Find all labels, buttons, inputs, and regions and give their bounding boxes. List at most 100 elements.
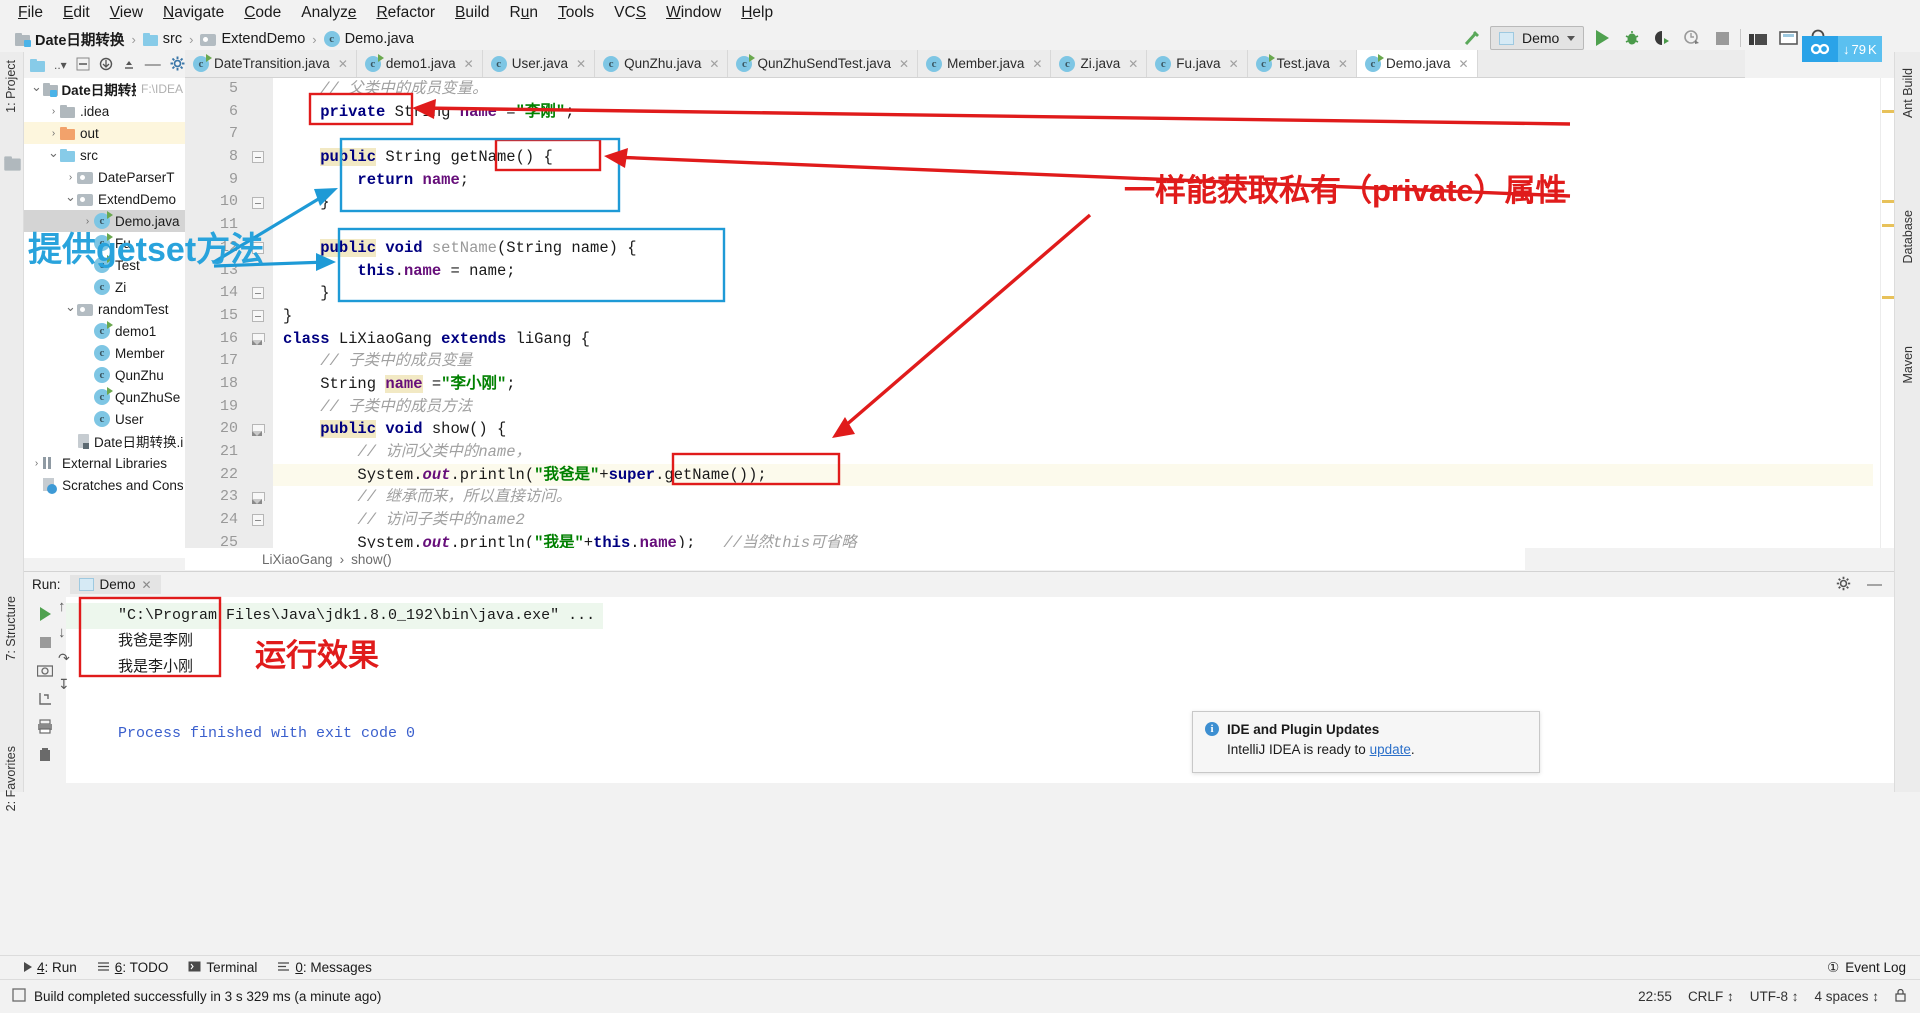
update-link[interactable]: update xyxy=(1370,742,1411,757)
bottom-bar-event-log[interactable]: ① Event Log xyxy=(1827,960,1906,976)
run-configuration-selector[interactable]: Demo xyxy=(1490,26,1585,50)
project-tree[interactable]: ⌄Date日期转换F:\IDEA›.idea›out⌄src›DateParse… xyxy=(24,78,185,558)
tool-window-project-icon[interactable] xyxy=(4,156,21,175)
print-icon[interactable] xyxy=(32,713,58,739)
run-console-output[interactable]: "C:\Program Files\Java\jdk1.8.0_192\bin\… xyxy=(66,597,1886,783)
editor-breadcrumb[interactable]: LiXiaoGang › show() xyxy=(185,548,1525,570)
editor-breadcrumb-item[interactable]: show() xyxy=(351,552,392,567)
scroll-up-icon[interactable]: ↑ xyxy=(58,598,76,624)
fold-marker-line-8[interactable] xyxy=(252,151,264,164)
warning-marker[interactable] xyxy=(1882,296,1894,299)
editor-tab-zi[interactable]: c Zi.java ✕ xyxy=(1051,50,1148,77)
code-line-5[interactable]: // 父类中的成员变量。 xyxy=(273,78,1873,101)
tree-node-qunzhuse[interactable]: c QunZhuSe xyxy=(24,386,185,408)
close-icon[interactable]: ✕ xyxy=(709,57,719,71)
tool-window-database[interactable]: Database xyxy=(1901,206,1915,268)
soft-wrap-icon[interactable]: ↷ xyxy=(58,650,76,676)
fold-marker-line-10[interactable] xyxy=(252,196,264,209)
breadcrumb-item-1[interactable]: src xyxy=(140,30,185,48)
code-content[interactable]: // 父类中的成员变量。 private String name ="李刚"; … xyxy=(273,78,1873,548)
close-icon[interactable]: ✕ xyxy=(899,57,909,71)
code-editor[interactable]: 5 6 7 8 9 10 11 12 13 14 15 16 17 18 19 20 21 22 23 24 25 //… xyxy=(185,78,1894,548)
editor-tab-demo[interactable]: c Demo.java ✕ xyxy=(1356,50,1478,77)
rerun-icon[interactable] xyxy=(32,601,58,627)
hide-icon[interactable]: — xyxy=(145,57,161,73)
status-item[interactable]: 4 spaces ↕ xyxy=(1814,989,1879,1004)
current-scope-icon[interactable] xyxy=(30,58,45,72)
build-hammer-icon[interactable] xyxy=(1460,26,1484,50)
editor-tab-member[interactable]: c Member.java ✕ xyxy=(918,50,1052,77)
editor-tab-test[interactable]: c Test.java ✕ xyxy=(1247,50,1357,77)
run-settings-gear-icon[interactable] xyxy=(1836,576,1851,594)
close-icon[interactable]: ✕ xyxy=(338,57,348,71)
collapse-all-icon[interactable] xyxy=(76,57,90,74)
chevron-right-icon[interactable]: › xyxy=(47,128,60,139)
close-icon[interactable]: ✕ xyxy=(1229,57,1239,71)
scroll-to-end-icon[interactable]: ↧ xyxy=(58,676,76,702)
tree-node-src[interactable]: ⌄ src xyxy=(24,144,185,166)
editor-tab-datetransition[interactable]: c DateTransition.java ✕ xyxy=(185,50,357,77)
fold-marker-line-24[interactable] xyxy=(252,514,264,527)
code-line-14[interactable]: } xyxy=(273,282,1873,305)
code-line-21[interactable]: // 访问父类中的name， xyxy=(273,441,1873,464)
breadcrumb-item-3[interactable]: c Demo.java xyxy=(321,30,417,48)
tree-node-qunzhu[interactable]: c QunZhu xyxy=(24,364,185,386)
menu-item-build[interactable]: Build xyxy=(445,2,499,24)
debug-icon[interactable] xyxy=(1620,26,1644,50)
code-line-23[interactable]: // 继承而来，所以直接访问。 xyxy=(273,486,1873,509)
chevron-right-icon[interactable]: › xyxy=(64,172,77,183)
tree-node-dateparsert[interactable]: › DateParserT xyxy=(24,166,185,188)
code-line-18[interactable]: String name ="李小刚"; xyxy=(273,373,1873,396)
tree-node-user[interactable]: c User xyxy=(24,408,185,430)
code-line-15[interactable]: } xyxy=(273,305,1873,328)
tree-node-randomtest[interactable]: ⌄ randomTest xyxy=(24,298,185,320)
code-line-25[interactable]: System.out.println("我是"+this.name); //当然… xyxy=(273,532,1873,548)
warning-marker[interactable] xyxy=(1882,200,1894,203)
chevron-down-icon[interactable]: ⌄ xyxy=(64,189,77,205)
editor-tab-demo1[interactable]: c demo1.java ✕ xyxy=(356,50,483,77)
bottom-bar-4run[interactable]: 4: Run xyxy=(24,960,77,975)
tree-node-zi[interactable]: c Zi xyxy=(24,276,185,298)
bottom-bar-0messages[interactable]: 0: Messages xyxy=(277,960,372,975)
menu-item-navigate[interactable]: Navigate xyxy=(153,2,234,24)
tool-window-structure[interactable]: 7: Structure xyxy=(4,592,18,665)
code-line-22[interactable]: System.out.println("我爸是"+super.getName()… xyxy=(273,463,1873,487)
close-icon[interactable]: ✕ xyxy=(1338,57,1348,71)
save-all-icon[interactable] xyxy=(1777,26,1801,50)
menu-item-edit[interactable]: Edit xyxy=(53,2,100,24)
chevron-down-icon[interactable]: ⌄ xyxy=(30,79,43,95)
close-icon[interactable]: ✕ xyxy=(464,57,474,71)
editor-marker-bar[interactable] xyxy=(1880,78,1894,548)
bottom-bar-terminal[interactable]: Terminal xyxy=(188,960,257,975)
tree-node-out[interactable]: › out xyxy=(24,122,185,144)
close-icon[interactable]: ✕ xyxy=(1128,57,1138,71)
close-icon[interactable]: ✕ xyxy=(1459,57,1469,71)
tool-window-ant-build[interactable]: Ant Build xyxy=(1901,64,1915,122)
code-line-13[interactable]: this.name = name; xyxy=(273,260,1873,283)
hide-panel-icon[interactable]: — xyxy=(1867,576,1882,593)
code-line-17[interactable]: // 子类中的成员变量 xyxy=(273,350,1873,373)
status-item[interactable]: CRLF ↕ xyxy=(1688,989,1734,1004)
menu-item-run[interactable]: Run xyxy=(500,2,548,24)
menu-item-tools[interactable]: Tools xyxy=(548,2,604,24)
tool-window-project[interactable]: 1: Project xyxy=(4,56,18,117)
tool-window-favorites[interactable]: 2: Favorites xyxy=(4,742,18,815)
menu-item-code[interactable]: Code xyxy=(234,2,291,24)
close-icon[interactable]: ✕ xyxy=(142,578,152,592)
menu-item-refactor[interactable]: Refactor xyxy=(366,2,445,24)
stop-icon[interactable] xyxy=(1710,26,1734,50)
code-line-19[interactable]: // 子类中的成员方法 xyxy=(273,396,1873,419)
bottom-bar-6todo[interactable]: 6: TODO xyxy=(97,960,168,975)
fold-marker-line-12[interactable] xyxy=(252,241,264,254)
tree-node-test[interactable]: c Test xyxy=(24,254,185,276)
tree-node-date[interactable]: ⌄ Date日期转换 F:\IDEA xyxy=(24,78,185,100)
menu-item-view[interactable]: View xyxy=(100,2,153,24)
editor-tab-qunzhusendtest[interactable]: c QunZhuSendTest.java ✕ xyxy=(728,50,919,77)
status-item[interactable]: UTF-8 ↕ xyxy=(1750,989,1799,1004)
close-icon[interactable]: ✕ xyxy=(1032,57,1042,71)
tree-node-demo1[interactable]: c demo1 xyxy=(24,320,185,342)
code-line-12[interactable]: public void setName(String name) { xyxy=(273,237,1873,260)
settings-gear-icon[interactable] xyxy=(170,56,185,74)
breadcrumb-item-0[interactable]: Date日期转换 xyxy=(12,28,127,51)
warning-marker[interactable] xyxy=(1882,224,1894,227)
